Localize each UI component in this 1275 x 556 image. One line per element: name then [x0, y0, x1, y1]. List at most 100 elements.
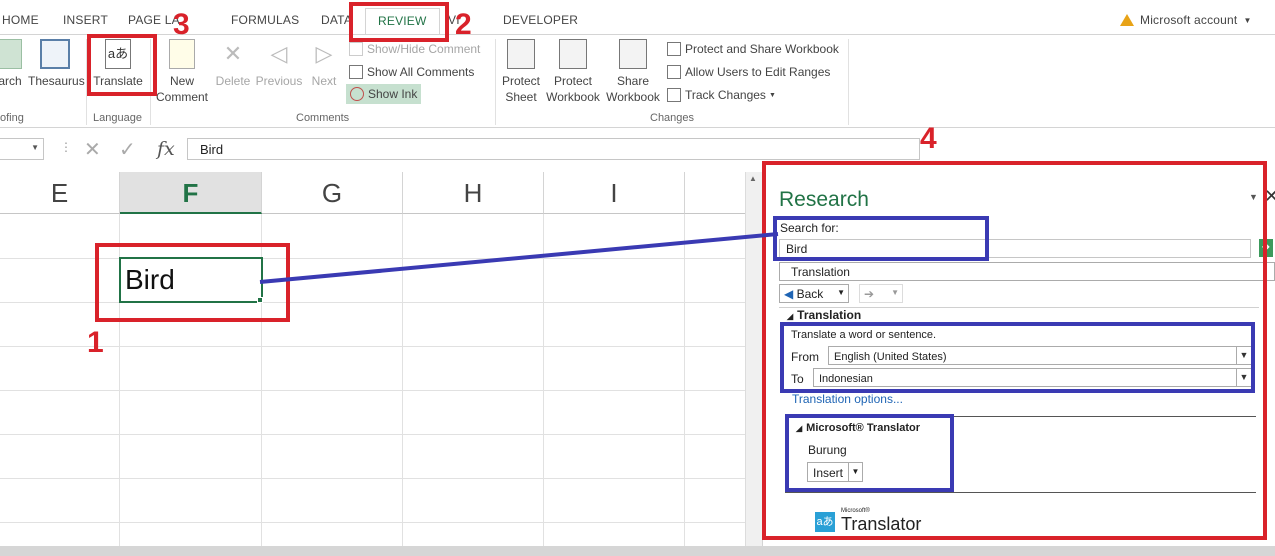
show-all-label: Show All Comments: [367, 65, 475, 79]
new-comment-label-2: Comment: [155, 90, 208, 104]
account-label: Microsoft account: [1140, 13, 1238, 27]
grid-line: [684, 214, 685, 546]
scroll-up-icon[interactable]: ▲: [749, 174, 757, 183]
warning-icon: [1120, 14, 1134, 26]
column-header-next[interactable]: [685, 172, 745, 214]
show-ink-label: Show Ink: [368, 87, 418, 101]
column-header-f[interactable]: F: [120, 172, 262, 214]
new-comment-button[interactable]: New Comment: [155, 39, 209, 105]
chevron-down-icon: ▼: [768, 91, 776, 99]
thesaurus-button[interactable]: Thesaurus: [28, 39, 85, 89]
previous-comment-button[interactable]: ◁ Previous: [254, 39, 304, 89]
group-label-language: Language: [93, 112, 142, 124]
comments-icon: [349, 65, 363, 79]
group-label-proofing: ofing: [0, 112, 24, 124]
tab-home[interactable]: HOME: [2, 13, 39, 27]
allow-users-button[interactable]: Allow Users to Edit Ranges: [667, 62, 830, 82]
enter-icon[interactable]: ✓: [119, 137, 136, 162]
show-all-comments-button[interactable]: Show All Comments: [349, 62, 474, 82]
grid-line: [543, 214, 544, 546]
formula-input[interactable]: Bird: [187, 138, 920, 160]
protect-share-icon: [667, 42, 681, 56]
column-header-g[interactable]: G: [262, 172, 403, 214]
grid-line: [0, 346, 745, 347]
annotation-box-result: [785, 414, 954, 492]
group-separator: [848, 39, 849, 125]
tab-formulas[interactable]: FORMULAS: [231, 13, 299, 27]
delete-icon: ✕: [223, 41, 243, 66]
new-comment-label: New: [169, 74, 194, 88]
chevron-down-icon: ▼: [31, 143, 39, 152]
track-changes-label: Track Changes: [685, 88, 766, 102]
tab-data[interactable]: DATA: [321, 13, 352, 27]
column-header-i[interactable]: I: [544, 172, 685, 214]
annotation-number-1: 1: [87, 326, 104, 359]
tab-insert[interactable]: INSERT: [63, 13, 108, 27]
protect-workbook-button[interactable]: Protect Workbook: [544, 39, 602, 105]
lock-workbook-icon: [559, 39, 587, 69]
grid-line: [0, 522, 745, 523]
protect-sheet-button[interactable]: Protect Sheet: [500, 39, 542, 105]
annotation-number-3: 3: [173, 8, 190, 41]
column-header-e[interactable]: E: [0, 172, 120, 214]
grid-line: [402, 214, 403, 546]
annotation-box-review-tab: [349, 2, 449, 42]
grid-line: [0, 478, 745, 479]
show-hide-label: Show/Hide Comment: [367, 42, 481, 56]
group-label-comments: Comments: [296, 112, 350, 124]
delete-label: Delete: [215, 74, 251, 88]
share-icon: [619, 39, 647, 69]
protect-sheet-label: Protect: [501, 74, 540, 88]
show-ink-button[interactable]: Show Ink: [346, 84, 422, 104]
show-hide-comment-button[interactable]: Show/Hide Comment: [349, 39, 480, 59]
annotation-box-languages: [780, 322, 1255, 393]
ribbon: arch Thesaurus ofing aあ Translate Langua…: [0, 34, 1275, 128]
next-comment-button[interactable]: ▷ Next: [306, 39, 342, 89]
worksheet-grid[interactable]: E F G H I: [0, 172, 745, 546]
book-icon: [40, 39, 70, 69]
track-changes-icon: [667, 88, 681, 102]
research-label: arch: [0, 74, 22, 88]
more-icon: ⋮: [60, 140, 72, 154]
annotation-number-4: 4: [920, 122, 937, 155]
annotation-number-2: 2: [455, 8, 472, 41]
share-workbook-label-2: Workbook: [606, 90, 660, 104]
account-menu[interactable]: Microsoft account ▼: [1120, 13, 1252, 27]
chevron-down-icon: ▼: [1243, 15, 1252, 25]
grid-line: [0, 390, 745, 391]
protect-workbook-label: Protect: [553, 74, 592, 88]
research-icon: [0, 39, 22, 69]
protect-workbook-label-2: Workbook: [546, 90, 600, 104]
allow-users-label: Allow Users to Edit Ranges: [685, 65, 831, 79]
comment-icon: [349, 42, 363, 56]
group-separator: [495, 39, 496, 125]
protect-share-label: Protect and Share Workbook: [685, 42, 839, 56]
lock-sheet-icon: [507, 39, 535, 69]
new-comment-icon: [169, 39, 195, 69]
annotation-box-cell: [95, 243, 290, 322]
function-icon[interactable]: fx: [157, 138, 175, 160]
formula-bar: ▼ ⋮ ✕ ✓ fx Bird: [0, 136, 920, 164]
annotation-box-search: [773, 216, 989, 261]
next-label: Next: [311, 74, 337, 88]
arrow-left-icon: ◁: [270, 41, 288, 66]
group-label-changes: Changes: [650, 112, 695, 124]
vertical-scrollbar[interactable]: ▲: [745, 172, 762, 546]
share-workbook-label: Share: [616, 74, 650, 88]
tab-developer[interactable]: DEVELOPER: [503, 13, 578, 27]
cancel-icon[interactable]: ✕: [84, 137, 101, 162]
thesaurus-label: Thesaurus: [28, 74, 85, 88]
research-button[interactable]: arch: [0, 39, 24, 89]
annotation-box-translate: [87, 34, 157, 96]
previous-label: Previous: [255, 74, 303, 88]
track-changes-button[interactable]: Track Changes ▼: [667, 85, 776, 105]
column-header-h[interactable]: H: [403, 172, 544, 214]
share-workbook-button[interactable]: Share Workbook: [604, 39, 662, 105]
protect-sheet-label-2: Sheet: [505, 90, 537, 104]
delete-comment-button[interactable]: ✕ Delete: [213, 39, 253, 89]
name-box[interactable]: ▼: [0, 138, 44, 160]
sheet-bottom-bar: [0, 546, 1275, 556]
protect-share-workbook-button[interactable]: Protect and Share Workbook: [667, 39, 839, 59]
grid-line: [0, 434, 745, 435]
ribbon-tab-bar: HOME INSERT PAGE LA FORMULAS DATA REVIEW…: [0, 8, 1275, 35]
